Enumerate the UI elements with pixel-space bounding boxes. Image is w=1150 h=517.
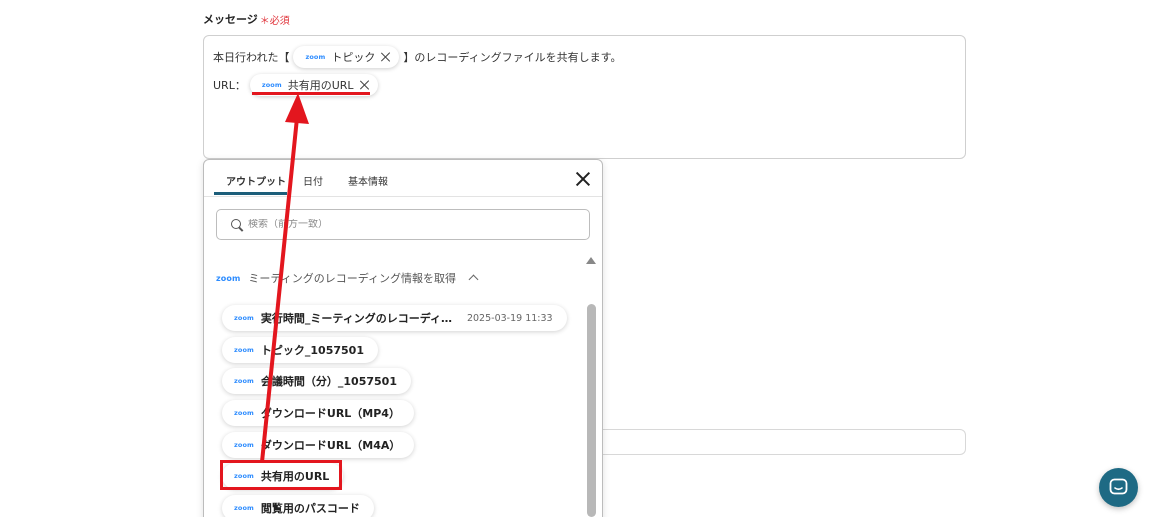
group-title: ミーティングのレコーディング情報を取得 — [248, 272, 456, 285]
message-text-3: URL： — [213, 79, 246, 92]
active-tab-indicator — [214, 192, 287, 195]
variable-chip-topic[interactable]: zoom トピック — [293, 46, 400, 68]
output-item-label: ダウンロードURL（MP4） — [260, 407, 400, 420]
scroll-up-arrow-icon[interactable] — [586, 257, 596, 264]
tab-basic-info[interactable]: 基本情報 — [348, 173, 388, 188]
message-line-1: 本日行われた【 zoom トピック 】のレコーディングファイルを共有します。 — [213, 46, 621, 68]
output-item[interactable]: zoom 実行時間_ミーティングのレコーディ… 2025-03-19 11:33 — [222, 305, 567, 331]
message-label-text: メッセージ — [203, 13, 258, 26]
chevron-up-icon[interactable] — [468, 274, 479, 285]
output-item-label: 閲覧用のパスコード — [260, 502, 360, 515]
output-item[interactable]: zoom トピック_1057501 — [222, 337, 378, 363]
annotation-highlight-box — [220, 460, 342, 490]
chip-label: トピック — [331, 51, 376, 64]
search-icon — [231, 218, 243, 231]
remove-chip-icon[interactable] — [360, 80, 370, 90]
group-header-zoom-recording[interactable]: zoom ミーティングのレコーディング情報を取得 — [216, 270, 479, 286]
zoom-logo-icon: zoom — [234, 314, 254, 322]
zoom-logo-icon: zoom — [216, 273, 241, 283]
zoom-logo-icon: zoom — [234, 377, 254, 385]
message-field-label: メッセージ ＊必須 — [203, 11, 290, 27]
remove-chip-icon[interactable] — [381, 52, 391, 62]
chip-label: 共有用のURL — [287, 79, 354, 92]
zoom-logo-icon: zoom — [234, 441, 254, 449]
annotation-underline — [252, 92, 370, 95]
output-item-value: 2025-03-19 11:33 — [466, 312, 553, 324]
output-item-label: トピック_1057501 — [260, 344, 364, 357]
output-item[interactable]: zoom ダウンロードURL（MP4） — [222, 400, 414, 426]
zoom-logo-icon: zoom — [234, 346, 254, 354]
message-text-1: 本日行われた【 — [213, 51, 290, 64]
output-item[interactable]: zoom 閲覧用のパスコード — [222, 495, 374, 517]
search-box[interactable] — [216, 209, 590, 240]
output-item-label: 会議時間（分）_1057501 — [260, 375, 397, 388]
zoom-logo-icon: zoom — [234, 409, 254, 417]
required-badge: ＊必須 — [259, 15, 290, 27]
panel-tabs: アウトプット 日付 基本情報 — [204, 160, 602, 197]
output-item[interactable]: zoom ダウンロードURL（M4A） — [222, 432, 415, 458]
zoom-logo-icon: zoom — [305, 53, 326, 61]
zoom-logo-icon: zoom — [234, 504, 254, 512]
tab-output[interactable]: アウトプット — [226, 173, 286, 188]
chat-icon — [1109, 478, 1128, 495]
scrollbar-thumb[interactable] — [587, 304, 596, 517]
chat-support-button[interactable] — [1099, 468, 1138, 507]
output-item-label: ダウンロードURL（M4A） — [260, 439, 401, 452]
tab-date[interactable]: 日付 — [303, 173, 323, 188]
message-textarea[interactable]: 本日行われた【 zoom トピック 】のレコーディングファイルを共有します。 U… — [203, 35, 966, 159]
search-input[interactable] — [248, 219, 548, 230]
message-text-2: 】のレコーディングファイルを共有します。 — [403, 51, 622, 64]
background-input-field[interactable] — [600, 429, 966, 455]
output-item[interactable]: zoom 会議時間（分）_1057501 — [222, 368, 411, 394]
output-item-label: 実行時間_ミーティングのレコーディ… — [260, 312, 452, 325]
close-icon[interactable] — [576, 172, 590, 186]
zoom-logo-icon: zoom — [261, 81, 282, 89]
